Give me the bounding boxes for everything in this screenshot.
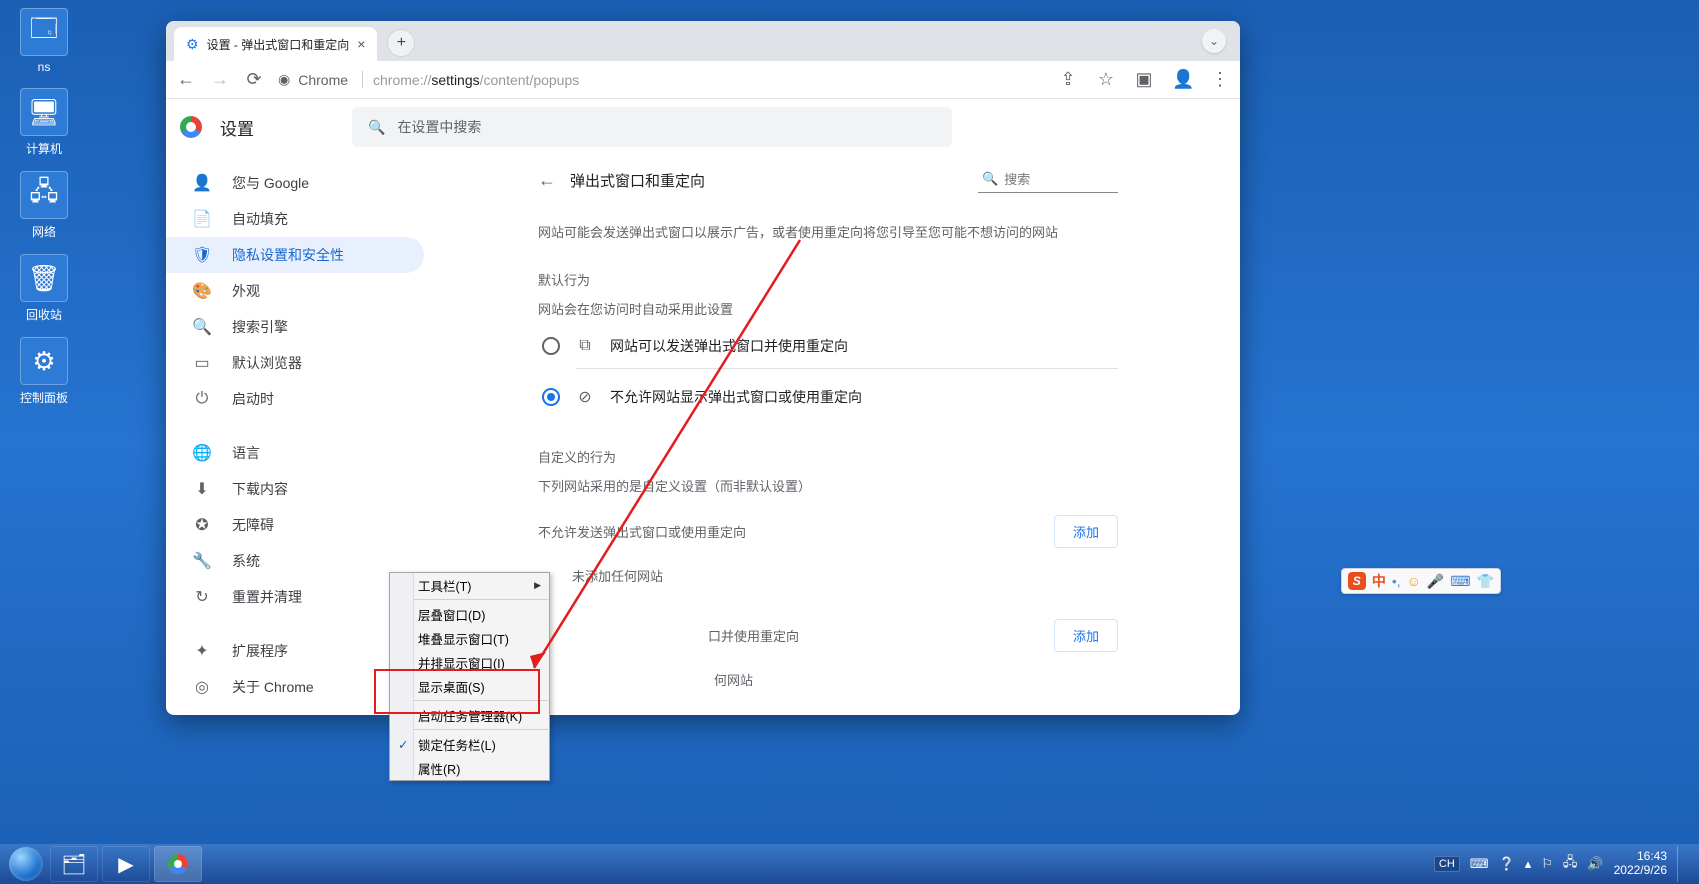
sidebar-item-downloads[interactable]: ⬇下载内容 — [166, 471, 424, 507]
sidebar-item-privacy[interactable]: 🛡隐私设置和安全性 — [166, 237, 424, 273]
back-arrow-icon[interactable]: ← — [538, 170, 556, 191]
forward-icon[interactable]: → — [210, 69, 230, 90]
tab-search-button[interactable]: ⌄ — [1202, 29, 1226, 53]
default-behavior-title: 默认行为 — [538, 270, 1118, 289]
sidebar-item-search-engine[interactable]: 🔍搜索引擎 — [166, 309, 424, 345]
sidebar-item-autofill[interactable]: 📄自动填充 — [166, 201, 424, 237]
ime-voice-icon[interactable]: 🎤 — [1427, 573, 1444, 590]
settings-title: 设置 — [220, 115, 254, 140]
ime-toolbar[interactable]: S 中 •, ☺ 🎤 ⌨ 👕 — [1341, 568, 1501, 594]
ctx-item-toolbars[interactable]: 工具栏(T) — [390, 573, 549, 597]
settings-header: 设置 🔍 在设置中搜索 — [166, 99, 1240, 155]
tray-chevron-icon[interactable]: ▴ — [1525, 856, 1532, 872]
sidebar-item-appearance[interactable]: 🎨外观 — [166, 273, 424, 309]
block-list-header: 不允许发送弹出式窗口或使用重定向 添加 — [538, 515, 1118, 548]
page-search[interactable]: 🔍搜索 — [978, 167, 1118, 193]
allow-list-header: 口并使用重定向 添加 — [538, 619, 1118, 652]
add-button[interactable]: 添加 — [1054, 515, 1118, 548]
sidebar-item-accessibility[interactable]: ✪无障碍 — [166, 507, 424, 543]
tab-strip: ⚙ 设置 - 弹出式窗口和重定向 × + ⌄ — [166, 21, 1240, 61]
new-tab-button[interactable]: + — [387, 29, 415, 57]
ctx-item-properties[interactable]: 属性(R) — [390, 756, 549, 780]
default-behavior-sub: 网站会在您访问时自动采用此设置 — [538, 299, 1118, 318]
tray-icon[interactable]: ⌨ — [1470, 856, 1489, 872]
sidebar-item-default-browser[interactable]: ▭默认浏览器 — [166, 345, 424, 381]
desktop-icon[interactable]: ⚙控制面板 — [6, 337, 82, 406]
ctx-item-sidebyside[interactable]: 并排显示窗口(I) — [390, 650, 549, 674]
custom-behavior-title: 自定义的行为 — [538, 447, 1118, 466]
sidebar-item-languages[interactable]: 🌐语言 — [166, 435, 424, 471]
tab-title: 设置 - 弹出式窗口和重定向 — [207, 36, 350, 53]
taskbar: 🗂 ▶ CH ⌨ ❔ ▴ ⚐ 🖧 🔊 16:43 2022/9/26 — [0, 844, 1699, 884]
settings-search[interactable]: 🔍 在设置中搜索 — [352, 107, 952, 147]
taskbar-context-menu: 工具栏(T) 层叠窗口(D) 堆叠显示窗口(T) 并排显示窗口(I) 显示桌面(… — [389, 572, 550, 781]
sidebar-item-extensions[interactable]: ✦扩展程序↗ — [166, 633, 424, 669]
taskbar-media[interactable]: ▶ — [102, 846, 150, 882]
sidebar-item-reset[interactable]: ↻重置并清理 — [166, 579, 424, 615]
chrome-window: — ▢ ✕ ⚙ 设置 - 弹出式窗口和重定向 × + ⌄ ← → ⟳ ◉Chro… — [166, 21, 1240, 715]
close-tab-icon[interactable]: × — [357, 36, 365, 52]
settings-body: 👤您与 Google 📄自动填充 🛡隐私设置和安全性 🎨外观 🔍搜索引擎 ▭默认… — [166, 155, 1240, 715]
back-icon[interactable]: ← — [176, 69, 196, 90]
popup-open-icon: ⧉ — [576, 337, 594, 355]
desktop-icon[interactable]: 🗔ns — [6, 8, 82, 74]
tray-network-icon[interactable]: 🖧 — [1563, 853, 1578, 875]
page-title: 弹出式窗口和重定向 — [570, 170, 705, 191]
ctx-item-show-desktop[interactable]: 显示桌面(S) — [390, 674, 549, 698]
reload-icon[interactable]: ⟳ — [244, 69, 264, 90]
add-button[interactable]: 添加 — [1054, 619, 1118, 652]
ime-emoji-icon[interactable]: ☺ — [1407, 573, 1421, 589]
popup-block-icon: ⊘ — [576, 387, 594, 407]
sidepanel-icon[interactable]: ▣ — [1134, 69, 1154, 90]
sidebar-item-system[interactable]: 🔧系统 — [166, 543, 424, 579]
share-icon[interactable]: ⇪ — [1058, 69, 1078, 90]
gear-icon: ⚙ — [186, 36, 199, 53]
ctx-item-task-manager[interactable]: 启动任务管理器(K) — [390, 703, 549, 727]
tab-settings[interactable]: ⚙ 设置 - 弹出式窗口和重定向 × — [174, 27, 377, 61]
chrome-logo-icon — [180, 116, 202, 138]
radio-icon — [542, 337, 560, 355]
ime-skin-icon[interactable]: 👕 — [1477, 573, 1494, 590]
radio-allow-popups[interactable]: ⧉ 网站可以发送弹出式窗口并使用重定向 — [538, 336, 1118, 356]
tray-volume-icon[interactable]: 🔊 — [1587, 856, 1603, 872]
bookmark-icon[interactable]: ☆ — [1096, 69, 1116, 90]
desktop-icon[interactable]: 🖧网络 — [6, 171, 82, 240]
ime-keyboard-icon[interactable]: ⌨ — [1450, 573, 1470, 590]
menu-icon[interactable]: ⋮ — [1210, 69, 1230, 90]
ctx-item-stack[interactable]: 堆叠显示窗口(T) — [390, 626, 549, 650]
start-button[interactable] — [6, 844, 46, 884]
profile-icon[interactable]: 👤 — [1172, 69, 1192, 90]
empty-list-text: 何网站 — [714, 670, 1118, 689]
desktop-icon[interactable]: 🗑回收站 — [6, 254, 82, 323]
ctx-item-lock-taskbar[interactable]: 锁定任务栏(L) — [390, 732, 549, 756]
chrome-logo-icon: ◉ — [278, 71, 290, 88]
page-description: 网站可能会发送弹出式窗口以展示广告，或者使用重定向将您引导至您可能不想访问的网站 — [538, 223, 1118, 244]
desktop-icon[interactable]: 🖥计算机 — [6, 88, 82, 157]
search-icon: 🔍 — [368, 119, 385, 136]
taskbar-explorer[interactable]: 🗂 — [50, 846, 98, 882]
tray-icon[interactable]: ⚐ — [1541, 856, 1553, 872]
sogou-icon: S — [1348, 572, 1366, 590]
sidebar-item-about[interactable]: ◎关于 Chrome — [166, 669, 424, 705]
empty-list-text: 未添加任何网站 — [572, 566, 1118, 585]
custom-behavior-sub: 下列网站采用的是自定义设置（而非默认设置） — [538, 476, 1118, 495]
ctx-item-cascade[interactable]: 层叠窗口(D) — [390, 602, 549, 626]
show-desktop-button[interactable] — [1677, 846, 1687, 882]
tray-icon[interactable]: ❔ — [1499, 856, 1515, 872]
system-tray: CH ⌨ ❔ ▴ ⚐ 🖧 🔊 16:43 2022/9/26 — [1434, 846, 1693, 882]
sidebar-item-you-and-google[interactable]: 👤您与 Google — [166, 165, 424, 201]
search-icon: 🔍 — [982, 171, 998, 187]
settings-main: ← 弹出式窗口和重定向 🔍搜索 网站可能会发送弹出式窗口以展示广告，或者使用重定… — [436, 155, 1240, 715]
browser-toolbar: ← → ⟳ ◉Chrome chrome://settings/content/… — [166, 61, 1240, 99]
sidebar-item-on-startup[interactable]: ⏻启动时 — [166, 381, 424, 417]
ime-punct-icon[interactable]: •, — [1392, 573, 1401, 589]
clock[interactable]: 16:43 2022/9/26 — [1614, 850, 1667, 878]
address-bar[interactable]: ◉Chrome chrome://settings/content/popups — [278, 71, 579, 88]
lang-indicator[interactable]: CH — [1434, 856, 1460, 872]
ime-cn-icon[interactable]: 中 — [1372, 571, 1386, 591]
radio-block-popups[interactable]: ⊘ 不允许网站显示弹出式窗口或使用重定向 — [538, 387, 1118, 407]
desktop-icons: 🗔ns 🖥计算机 🖧网络 🗑回收站 ⚙控制面板 — [0, 0, 170, 420]
taskbar-chrome[interactable] — [154, 846, 202, 882]
radio-icon — [542, 388, 560, 406]
